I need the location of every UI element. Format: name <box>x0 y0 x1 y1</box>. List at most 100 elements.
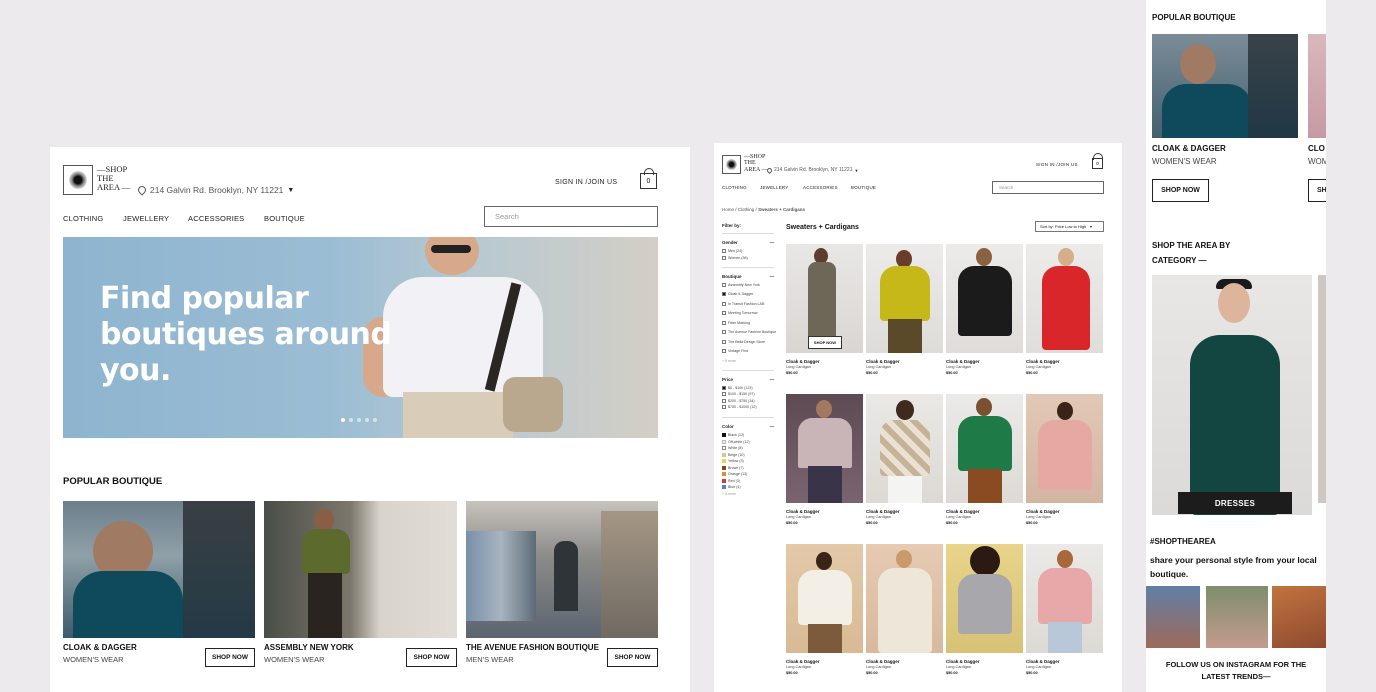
product-image[interactable] <box>946 544 1023 653</box>
logo-text[interactable]: —SHOP THE AREA — <box>744 154 768 173</box>
instagram-image[interactable] <box>1146 586 1200 648</box>
carousel-dot[interactable] <box>373 418 377 422</box>
filter-checkbox[interactable]: Cloak & Dagger <box>722 292 774 296</box>
hero-banner[interactable]: Find popular boutiques around you. <box>63 237 658 438</box>
product-image[interactable] <box>866 544 943 653</box>
filter-checkbox[interactable]: Meeting Tomorrow <box>722 311 774 315</box>
product-name[interactable]: Cloak & Dagger <box>786 359 820 364</box>
instagram-image[interactable] <box>1206 586 1268 648</box>
product-name[interactable]: Cloak & Dagger <box>1026 359 1060 364</box>
filter-more-link[interactable]: + 8 more <box>722 359 774 363</box>
filter-color-option[interactable]: Brown (7) <box>722 465 774 470</box>
filter-color-option[interactable]: White (8) <box>722 446 774 450</box>
filter-checkbox[interactable]: $200 - $750 (34) <box>722 398 774 403</box>
filter-gender-header[interactable]: Gender — <box>722 240 774 245</box>
filter-checkbox[interactable]: Vintage Find <box>722 349 774 353</box>
nav-boutique[interactable]: BOUTIQUE <box>264 214 324 223</box>
nav-jewellery[interactable]: JEWELLERY <box>760 185 803 190</box>
carousel-dot[interactable] <box>365 418 369 422</box>
nav-accessories[interactable]: ACCESSORIES <box>188 214 264 223</box>
signin-link[interactable]: SIGN IN /JOIN US <box>555 179 617 186</box>
signin-link[interactable]: SIGN IN /JOIN US <box>1036 162 1078 167</box>
boutique-card-image[interactable] <box>63 501 255 638</box>
boutique-card-image[interactable] <box>1152 34 1298 138</box>
product-quick-shop-button[interactable]: SHOP NOW <box>808 336 842 349</box>
product-name[interactable]: Cloak & Dagger <box>946 509 980 514</box>
filter-color-header[interactable]: Color — <box>722 424 774 429</box>
filter-checkbox[interactable]: Assembly New York <box>722 282 774 287</box>
nav-clothing[interactable]: CLOTHING <box>63 214 123 223</box>
product-name[interactable]: Cloak & Dagger <box>866 359 900 364</box>
product-image[interactable] <box>946 244 1023 353</box>
boutique-name[interactable]: CLOAK & DAGGER <box>63 643 137 652</box>
breadcrumb-home[interactable]: Home <box>722 207 734 212</box>
boutique-card-image[interactable] <box>264 501 457 638</box>
shop-now-button[interactable]: SHOP NOW <box>406 648 457 667</box>
product-image[interactable] <box>1026 394 1103 503</box>
filter-checkbox[interactable]: $100 - $150 (97) <box>722 392 774 396</box>
product-name[interactable]: Cloak & Dagger <box>786 659 820 664</box>
filter-checkbox[interactable]: Fiber Marking <box>722 320 774 325</box>
filter-color-option[interactable]: Black (12) <box>722 433 774 437</box>
filter-checkbox[interactable]: $750 - $1000 (12) <box>722 405 774 409</box>
logo-icon[interactable] <box>63 165 93 195</box>
category-image-peek[interactable] <box>1318 275 1326 503</box>
filter-color-option[interactable]: Blue (4) <box>722 485 774 489</box>
boutique-name[interactable]: ASSEMBLY NEW YORK <box>264 643 354 652</box>
product-image[interactable] <box>786 544 863 653</box>
product-image[interactable] <box>866 394 943 503</box>
sort-select[interactable]: Sort by: Price Low to High ▼ <box>1035 221 1104 232</box>
carousel-dot[interactable] <box>349 418 353 422</box>
logo-icon[interactable] <box>722 155 741 174</box>
location-selector[interactable]: 214 Galvin Rd. Brooklyn, NY 11221 ▼ <box>765 166 858 174</box>
shop-now-button[interactable]: SHOP NOW <box>205 648 255 667</box>
product-image[interactable] <box>786 394 863 503</box>
nav-accessories[interactable]: ACCESSORIES <box>803 185 851 190</box>
search-input[interactable]: Search <box>992 181 1104 194</box>
filter-checkbox[interactable]: In Transit Fashion LAB <box>722 301 774 306</box>
category-image[interactable] <box>1152 275 1312 515</box>
filter-checkbox[interactable]: $0 - $100 (123) <box>722 385 774 390</box>
product-name[interactable]: Cloak & Dagger <box>866 659 900 664</box>
boutique-card-image[interactable] <box>466 501 658 638</box>
shop-now-button-peek[interactable]: SH <box>1308 179 1326 202</box>
filter-boutique-header[interactable]: Boutique — <box>722 274 774 279</box>
boutique-name-peek[interactable]: CLO <box>1308 144 1325 153</box>
product-name[interactable]: Cloak & Dagger <box>786 509 820 514</box>
location-selector[interactable]: 214 Galvin Rd. Brooklyn, NY 11221 ▼ <box>136 184 294 196</box>
filter-color-option[interactable]: Red (3) <box>722 478 774 483</box>
cart-icon[interactable]: 0 <box>640 173 657 189</box>
product-name[interactable]: Cloak & Dagger <box>946 659 980 664</box>
filter-more-link[interactable]: + 8 more <box>722 492 774 496</box>
logo-text[interactable]: —SHOP THE AREA — <box>97 165 130 192</box>
nav-boutique[interactable]: BOUTIQUE <box>851 185 891 190</box>
boutique-card-image[interactable] <box>1308 34 1326 138</box>
product-image[interactable] <box>1026 244 1103 353</box>
filter-checkbox[interactable]: The Avenue Fashion Boutique <box>722 330 776 334</box>
product-name[interactable]: Cloak & Dagger <box>1026 509 1060 514</box>
product-name[interactable]: Cloak & Dagger <box>946 359 980 364</box>
product-image[interactable] <box>866 244 943 353</box>
instagram-image[interactable] <box>1272 586 1326 648</box>
filter-checkbox[interactable]: Women (36) <box>722 255 774 260</box>
search-input[interactable]: Search <box>484 206 658 227</box>
cart-icon[interactable]: 0 <box>1092 158 1103 169</box>
boutique-name[interactable]: THE AVENUE FASHION BOUTIQUE <box>466 643 599 652</box>
product-image[interactable] <box>1026 544 1103 653</box>
filter-color-option[interactable]: Off-white (12) <box>722 439 774 444</box>
nav-jewellery[interactable]: JEWELLERY <box>123 214 188 223</box>
product-name[interactable]: Cloak & Dagger <box>866 509 900 514</box>
product-name[interactable]: Cloak & Dagger <box>1026 659 1060 664</box>
product-image[interactable]: SHOP NOW <box>786 244 863 353</box>
carousel-dot[interactable] <box>341 418 345 422</box>
shop-now-button[interactable]: SHOP NOW <box>607 648 658 667</box>
filter-checkbox[interactable]: Men (24) <box>722 249 774 253</box>
filter-color-option[interactable]: Beige (10) <box>722 452 774 457</box>
carousel-dots[interactable] <box>341 418 377 422</box>
carousel-dot[interactable] <box>357 418 361 422</box>
breadcrumb-clothing[interactable]: Clothing <box>738 207 755 212</box>
filter-price-header[interactable]: Price — <box>722 377 774 382</box>
filter-color-option[interactable]: Yellow (3) <box>722 459 774 463</box>
shop-now-button[interactable]: SHOP NOW <box>1152 179 1209 202</box>
product-image[interactable] <box>946 394 1023 503</box>
